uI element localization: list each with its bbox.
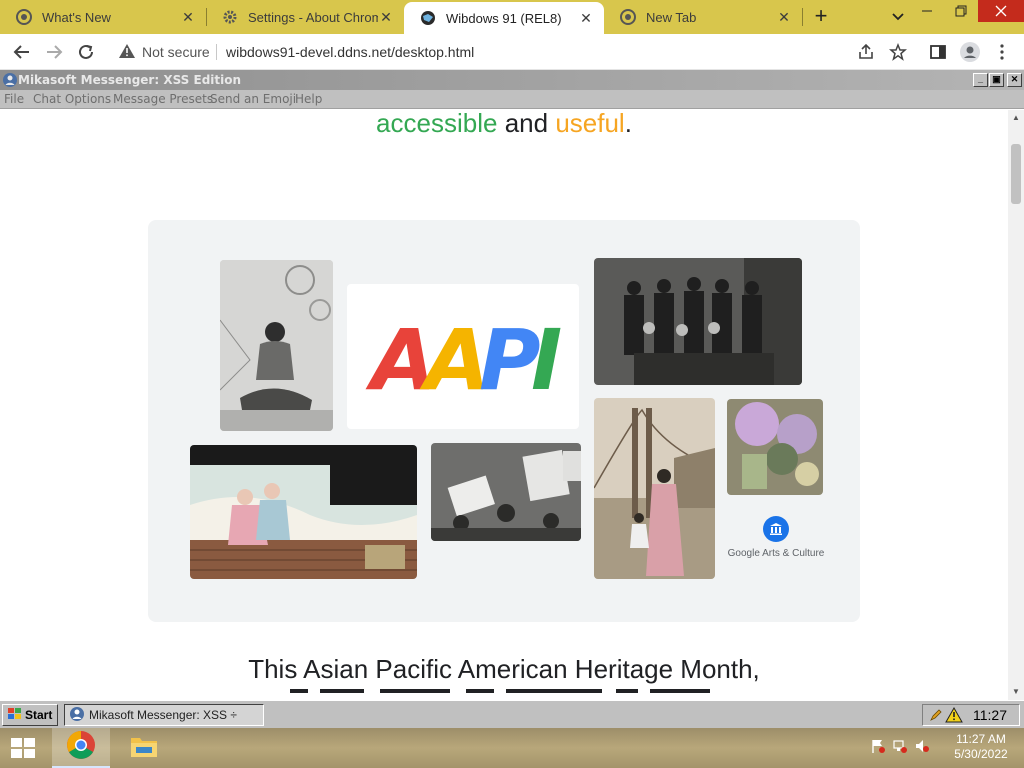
folder-icon [129, 733, 159, 764]
tab-label: Settings - About Chrome [248, 9, 378, 25]
taskbar-messenger-label: Mikasoft Messenger: XSS ÷ [89, 708, 237, 722]
aapi-logo-tile[interactable]: A A P I AAPI [347, 284, 579, 429]
tab-search-chevron-icon[interactable] [888, 8, 908, 26]
windows-clock[interactable]: 11:27 AM 5/30/2022 [946, 732, 1016, 762]
messenger-app-icon [69, 706, 85, 725]
aapi-logo: A A P I [365, 311, 562, 407]
taskbar-chrome-button[interactable] [52, 728, 110, 768]
w98-system-tray: 11:27 [922, 704, 1020, 726]
pencil-icon[interactable] [929, 708, 943, 727]
photo-seated-woman[interactable] [220, 260, 333, 431]
close-tab-icon[interactable]: ✕ [378, 9, 394, 25]
museum-icon [763, 516, 789, 542]
tab-divider [802, 8, 803, 26]
tab-new-tab[interactable]: New Tab ✕ [604, 0, 802, 34]
messenger-close-button[interactable]: ✕ [1007, 73, 1022, 87]
warning-triangle-icon[interactable] [118, 43, 136, 64]
photo-family-group[interactable] [594, 258, 802, 385]
notification-flag-icon[interactable] [870, 738, 886, 759]
messenger-app-icon [2, 72, 18, 88]
headline-text: accessible and useful. [0, 110, 1008, 139]
windows-start-icon[interactable] [8, 736, 38, 760]
chrome-icon [66, 730, 96, 765]
chrome-icon [620, 9, 636, 25]
start-label: Start [25, 708, 53, 722]
taskbar-file-explorer-button[interactable] [120, 728, 168, 768]
vertical-scrollbar[interactable]: ▲ ▼ [1008, 110, 1024, 700]
windows-system-tray [870, 738, 930, 759]
w98-taskbar: Start Mikasoft Messenger: XSS ÷ 11:27 [0, 700, 1024, 728]
messenger-title: Mikasoft Messenger: XSS Edition [18, 73, 242, 87]
forward-arrow-icon[interactable] [44, 42, 64, 62]
back-arrow-icon[interactable] [12, 42, 32, 62]
google-arts-culture-logo[interactable]: Google Arts & Culture [726, 516, 826, 559]
page-content: accessible and useful. A A P I Google Ar… [0, 110, 1008, 700]
tab-label: What's New [42, 9, 111, 25]
scrollbar-thumb[interactable] [1011, 144, 1021, 204]
gac-label: Google Arts & Culture [727, 548, 825, 559]
menu-send-emoji[interactable]: Send an Emoji [210, 92, 296, 106]
network-icon[interactable] [892, 738, 908, 759]
photo-golden-gate[interactable] [594, 398, 715, 579]
reload-icon[interactable] [76, 42, 96, 62]
volume-muted-icon[interactable] [914, 738, 930, 759]
illustration-two-people[interactable] [190, 445, 417, 579]
messenger-menu-bar: File Chat Options Message Presets Send a… [0, 90, 1024, 109]
tab-wibdows91[interactable]: Wibdows 91 (REL8) ✕ [404, 2, 604, 34]
url-text[interactable]: wibdows91-devel.ddns.net/desktop.html [226, 44, 474, 60]
windows-time: 11:27 AM [956, 732, 1006, 746]
photo-protest-signs[interactable] [431, 443, 581, 541]
menu-message-presets[interactable]: Message Presets [113, 92, 213, 106]
scroll-down-arrow-icon[interactable]: ▼ [1008, 684, 1024, 700]
share-icon[interactable] [856, 42, 876, 62]
address-bar[interactable]: Not secure wibdows91-devel.ddns.net/desk… [108, 38, 916, 66]
globe-icon [420, 10, 436, 26]
tab-settings[interactable]: Settings - About Chrome ✕ [206, 0, 404, 34]
messenger-maximize-button[interactable]: ▣ [989, 73, 1004, 87]
profile-avatar-icon[interactable] [960, 42, 980, 62]
side-panel-icon[interactable] [928, 42, 948, 62]
start-button[interactable]: Start [2, 704, 58, 726]
security-status-label[interactable]: Not secure [142, 44, 210, 60]
new-tab-button[interactable]: + [808, 5, 834, 29]
tab-whats-new[interactable]: What's New ✕ [0, 0, 206, 34]
headline-period: . [624, 110, 632, 138]
aapi-collage-card[interactable]: A A P I AAPI [148, 220, 860, 622]
heritage-month-text: This Asian Pacific American Heritage Mon… [248, 654, 760, 684]
restore-window-button[interactable] [944, 0, 978, 22]
close-window-button[interactable] [978, 0, 1024, 22]
gear-icon [222, 9, 238, 25]
messenger-title-bar[interactable]: Mikasoft Messenger: XSS Edition _ ▣ ✕ [0, 70, 1024, 90]
tab-label: Wibdows 91 (REL8) [446, 10, 562, 26]
w98-clock[interactable]: 11:27 [973, 707, 1007, 723]
artwork-painting[interactable] [727, 399, 823, 495]
close-tab-icon[interactable]: ✕ [776, 9, 792, 25]
windows-date: 5/30/2022 [954, 747, 1008, 761]
clipped-next-line [290, 688, 720, 700]
menu-file[interactable]: File [4, 92, 24, 106]
headline-word-accessible: accessible [376, 110, 498, 138]
windows-taskbar: 11:27 AM 5/30/2022 [0, 728, 1024, 768]
warning-triangle-icon[interactable] [945, 706, 963, 728]
messenger-minimize-button[interactable]: _ [973, 73, 988, 87]
minimize-window-button[interactable] [910, 0, 944, 22]
chrome-icon [16, 9, 32, 25]
svg-text:I: I [531, 311, 562, 407]
bookmark-star-icon[interactable] [888, 42, 908, 62]
taskbar-messenger-button[interactable]: Mikasoft Messenger: XSS ÷ [64, 704, 264, 726]
close-tab-icon[interactable]: ✕ [578, 10, 594, 26]
close-tab-icon[interactable]: ✕ [180, 9, 196, 25]
browser-toolbar: Not secure wibdows91-devel.ddns.net/desk… [0, 34, 1024, 70]
windows-flag-icon [7, 707, 23, 724]
menu-help[interactable]: Help [295, 92, 322, 106]
tab-strip: What's New ✕ Settings - About Chrome ✕ W… [0, 0, 1024, 34]
menu-chat-options[interactable]: Chat Options [33, 92, 111, 106]
headline-word-useful: useful [555, 110, 625, 138]
divider [216, 44, 217, 60]
tab-label: New Tab [646, 9, 697, 25]
scroll-up-arrow-icon[interactable]: ▲ [1008, 110, 1024, 126]
headline-word-and: and [504, 110, 549, 138]
more-menu-icon[interactable] [992, 42, 1012, 62]
